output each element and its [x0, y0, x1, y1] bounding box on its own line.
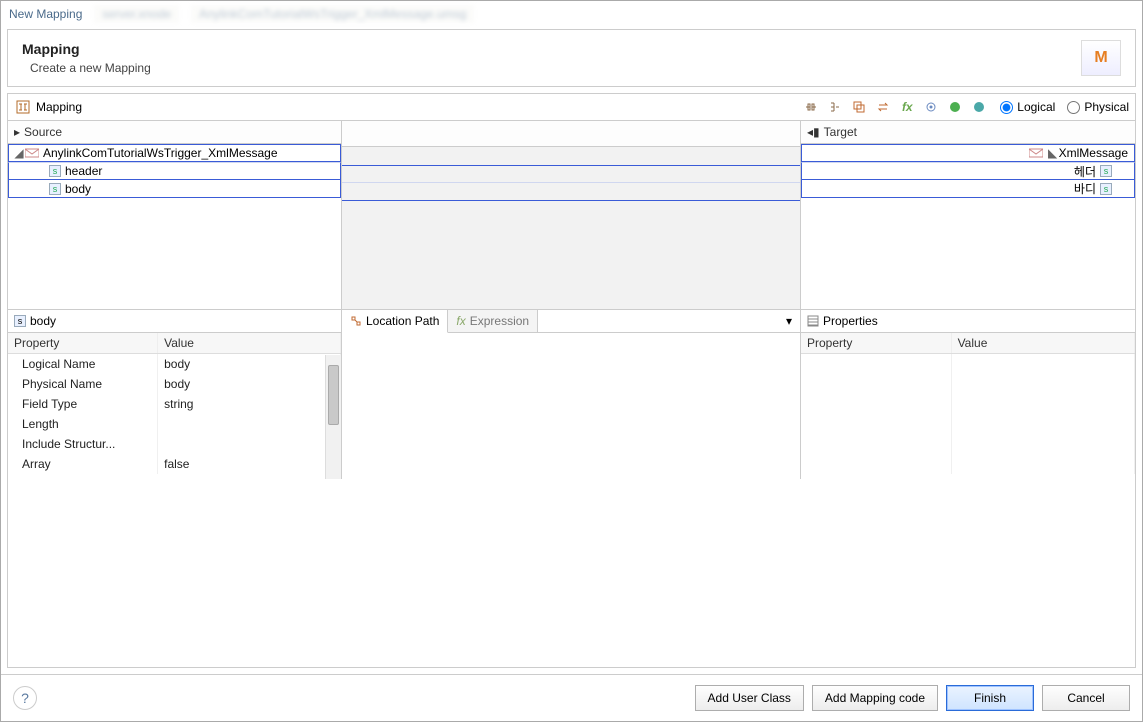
msg-icon [25, 147, 39, 159]
panel-menu-dropdown[interactable]: ▾ [778, 310, 800, 332]
cancel-button[interactable]: Cancel [1042, 685, 1130, 711]
prop-row[interactable]: Arrayfalse [8, 454, 341, 474]
fx-icon: fx [456, 314, 465, 328]
prop-row[interactable] [801, 394, 1135, 414]
scrollbar[interactable] [325, 355, 341, 479]
prop-row[interactable] [801, 354, 1135, 374]
tab-expression[interactable]: fx Expression [448, 310, 538, 332]
target-pane: ◂▮ Target XmlMessage ◣ 헤더 s 바디 s [801, 121, 1135, 309]
fx-icon[interactable]: fx [898, 98, 916, 116]
tab-location-path[interactable]: Location Path [342, 310, 448, 333]
right-properties-table: Property Value [801, 333, 1135, 479]
prop-row[interactable]: Physical Namebody [8, 374, 341, 394]
string-type-icon: s [14, 315, 26, 327]
wizard-description: Create a new Mapping [30, 61, 151, 75]
prop-row[interactable] [801, 454, 1135, 474]
collapse-icon[interactable]: ◂▮ [807, 125, 820, 139]
source-pane: ▸ Source ◢ AnylinkComTutorialWsTrigger_X… [8, 121, 342, 309]
add-user-class-button[interactable]: Add User Class [695, 685, 804, 711]
source-label: Source [24, 125, 62, 139]
string-type-icon: s [1100, 183, 1112, 195]
string-type-icon: s [1100, 165, 1112, 177]
properties-label: Properties [823, 314, 878, 328]
location-path-icon [350, 315, 362, 327]
col-value: Value [158, 333, 341, 354]
prop-row[interactable] [801, 374, 1135, 394]
collapse-icon[interactable]: ◢ [13, 146, 25, 160]
right-properties-panel: Properties Property Value [801, 310, 1135, 479]
selected-properties-panel: s body Property Value Logical Namebody P… [8, 310, 342, 479]
add-mapping-code-button[interactable]: Add Mapping code [812, 685, 938, 711]
string-type-icon: s [49, 183, 61, 195]
window-title: New Mapping [9, 7, 82, 21]
dot-teal-icon[interactable] [970, 98, 988, 116]
expand-icon[interactable]: ▸ [14, 125, 20, 139]
view-physical-radio[interactable]: Physical [1067, 100, 1129, 114]
dot-green-icon[interactable] [946, 98, 964, 116]
prop-row[interactable]: Length [8, 414, 341, 434]
expression-panel: Location Path fx Expression ▾ [342, 310, 801, 479]
target-label: Target [824, 125, 857, 139]
background-tab: server.xnode [94, 5, 179, 23]
properties-icon [807, 315, 819, 327]
tree-icon[interactable] [826, 98, 844, 116]
prop-row[interactable] [801, 434, 1135, 454]
copy-icon[interactable] [850, 98, 868, 116]
mapping-canvas[interactable] [342, 121, 801, 309]
source-root[interactable]: ◢ AnylinkComTutorialWsTrigger_XmlMessage [8, 144, 341, 162]
prop-row[interactable]: Field Typestring [8, 394, 341, 414]
link-icon[interactable] [802, 98, 820, 116]
expression-body[interactable] [342, 333, 800, 479]
mapping-toolbar: Mapping fx Logical Physical [8, 94, 1135, 121]
col-property: Property [8, 333, 158, 354]
target-field-header[interactable]: 헤더 s [801, 162, 1135, 180]
background-tab: AnylinkComTutorialWsTrigger_XmlMessage.u… [191, 5, 474, 23]
prop-row[interactable]: Include Structur... [8, 434, 341, 454]
wizard-title: Mapping [22, 41, 151, 57]
string-type-icon: s [49, 165, 61, 177]
wizard-button-bar: ? Add User Class Add Mapping code Finish… [1, 674, 1142, 721]
prop-row[interactable] [801, 414, 1135, 434]
window-titlebar: New Mapping server.xnode AnylinkComTutor… [1, 1, 1142, 27]
col-property: Property [801, 333, 951, 354]
source-field-header[interactable]: s header [8, 162, 341, 180]
view-logical-radio[interactable]: Logical [1000, 100, 1055, 114]
mapping-app-icon: M [1081, 40, 1121, 76]
selected-properties-table: Property Value Logical Namebody Physical… [8, 333, 341, 479]
gear-icon[interactable] [922, 98, 940, 116]
source-field-body[interactable]: s body [8, 180, 341, 198]
mapping-section-label: Mapping [36, 100, 82, 114]
finish-button[interactable]: Finish [946, 685, 1034, 711]
swap-icon[interactable] [874, 98, 892, 116]
help-icon[interactable]: ? [13, 686, 37, 710]
target-root[interactable]: XmlMessage ◣ [801, 144, 1135, 162]
selected-field-name: body [30, 314, 56, 328]
prop-row[interactable]: Logical Namebody [8, 354, 341, 375]
mapping-section-icon [14, 98, 32, 116]
wizard-header: Mapping Create a new Mapping M [7, 29, 1136, 87]
col-value: Value [951, 333, 1134, 354]
target-field-body[interactable]: 바디 s [801, 180, 1135, 198]
collapse-icon[interactable]: ◣ [1047, 146, 1059, 160]
msg-icon [1029, 147, 1043, 159]
